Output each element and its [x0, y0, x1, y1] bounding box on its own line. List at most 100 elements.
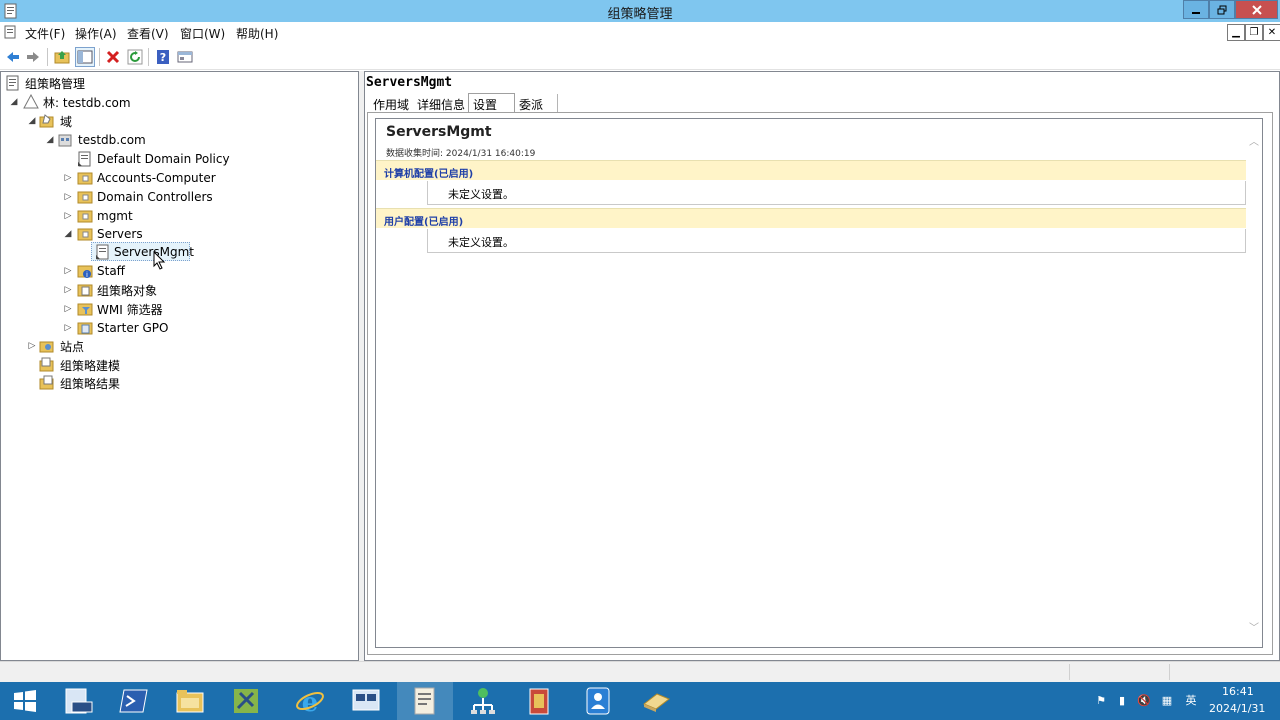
help-button[interactable]: ? — [153, 47, 173, 67]
mdi-restore-button[interactable]: ❐ — [1245, 24, 1263, 41]
gpo-title: ServersMgmt — [366, 75, 453, 90]
expand-arrow-icon[interactable]: ▷ — [63, 192, 73, 202]
network-icon — [471, 688, 495, 714]
tree-item-starter-gpo[interactable]: ▷ Starter GPO — [63, 319, 353, 337]
tree-item-accounts[interactable]: ▷ Accounts-Computer — [63, 169, 353, 187]
taskbar-remote-desktop[interactable] — [338, 682, 394, 720]
tree-item-gpo-container[interactable]: ▷ 组策略对象 — [63, 281, 353, 299]
mdi-minimize-button[interactable]: ▁ — [1227, 24, 1245, 41]
modeling-icon — [39, 357, 54, 372]
taskbar-internet-explorer[interactable]: e — [282, 682, 338, 720]
start-button[interactable] — [0, 682, 50, 720]
tab-settings[interactable]: 设置 — [468, 93, 515, 114]
taskbar-notepad[interactable] — [628, 682, 684, 720]
input-method-icon[interactable]: 英 — [1183, 692, 1199, 708]
expand-arrow-icon[interactable]: ▷ — [63, 304, 73, 314]
settings-report[interactable]: ServersMgmt 数据收集时间: 2024/1/31 16:40:19 计… — [375, 118, 1263, 648]
tree-item-staff[interactable]: ▷ i Staff — [63, 262, 353, 280]
file-explorer-icon — [176, 690, 204, 713]
tree-item-sites[interactable]: ▷ 站点 — [27, 337, 327, 355]
system-menu-icon[interactable] — [4, 25, 18, 39]
report-title: ServersMgmt — [386, 124, 492, 140]
close-button[interactable] — [1235, 0, 1278, 19]
tree-item-forest[interactable]: ◢ 林: testdb.com — [9, 93, 309, 111]
help-icon: ? — [157, 50, 169, 64]
tab-details[interactable]: 详细信息 — [413, 94, 471, 113]
collapse-arrow-icon[interactable]: ◢ — [9, 97, 19, 107]
taskbar-powershell[interactable] — [106, 682, 162, 720]
taskbar-tools[interactable] — [218, 682, 274, 720]
volume-muted-icon[interactable]: 🔇 — [1136, 692, 1152, 708]
scroll-up-icon[interactable]: ︿ — [1247, 133, 1261, 148]
show-hide-tree-icon — [77, 50, 93, 64]
expand-arrow-icon[interactable]: ▷ — [63, 211, 73, 221]
refresh-button[interactable] — [125, 47, 145, 67]
menu-help[interactable]: 帮助(H) — [236, 25, 278, 42]
clock-date[interactable]: 2024/1/31 — [1209, 702, 1265, 715]
network-tray-icon[interactable]: ▦ — [1159, 692, 1175, 708]
forest-icon — [23, 94, 39, 109]
mdi-close-button[interactable]: ✕ — [1263, 24, 1280, 41]
ou-folder-icon — [77, 172, 93, 185]
menu-file[interactable]: 文件(F) — [25, 25, 65, 42]
user-config-header[interactable]: 用户配置(已启用) — [376, 208, 1246, 228]
tree-item-servers[interactable]: ◢ Servers — [63, 225, 353, 243]
sites-folder-icon — [39, 341, 54, 353]
status-cell — [1069, 664, 1169, 680]
power-icon[interactable]: ▮ — [1114, 692, 1130, 708]
minimize-button[interactable] — [1183, 0, 1209, 19]
computer-config-header[interactable]: 计算机配置(已启用) — [376, 160, 1246, 180]
console-tree[interactable]: 组策略管理 ◢ 林: testdb.com ◢ 域 ◢ testdb.com D… — [0, 71, 359, 661]
delete-button[interactable] — [103, 47, 123, 67]
properties-button[interactable] — [175, 47, 195, 67]
taskbar-network[interactable] — [455, 682, 511, 720]
tree-item-domain[interactable]: ◢ testdb.com — [45, 131, 345, 149]
menu-view[interactable]: 查看(V) — [127, 25, 169, 42]
show-hide-tree-button[interactable] — [75, 47, 95, 67]
tree-item-results[interactable]: 组策略结果 — [39, 374, 339, 392]
user-config-body: 未定义设置。 — [427, 229, 1246, 253]
tree-item-serversmgmt[interactable]: ServersMgmt — [91, 242, 194, 261]
collapse-arrow-icon[interactable]: ◢ — [27, 116, 37, 126]
collapse-arrow-icon[interactable]: ◢ — [63, 229, 73, 239]
back-button[interactable] — [3, 47, 23, 67]
tree-item-default-policy[interactable]: Default Domain Policy — [77, 150, 357, 168]
minimize-icon: ▁ — [1232, 27, 1240, 38]
tree-item-mgmt[interactable]: ▷ mgmt — [63, 207, 353, 225]
tree-label: 组策略管理 — [25, 76, 86, 91]
tab-scope[interactable]: 作用域 — [369, 94, 415, 113]
menu-action[interactable]: 操作(A) — [75, 25, 117, 42]
expand-arrow-icon[interactable]: ▷ — [27, 341, 37, 351]
tree-item-modeling[interactable]: 组策略建模 — [39, 356, 339, 374]
toolbar: ? — [0, 43, 1280, 70]
tree-item-domains[interactable]: ◢ 域 — [27, 112, 327, 130]
restore-button[interactable] — [1209, 0, 1235, 19]
menu-window[interactable]: 窗口(W) — [180, 25, 225, 42]
svg-text:?: ? — [160, 51, 166, 64]
taskbar-address-book[interactable] — [570, 682, 626, 720]
restore-icon: ❐ — [1249, 27, 1259, 38]
taskbar-server-manager[interactable] — [50, 682, 106, 720]
taskbar-group-policy[interactable] — [397, 682, 453, 720]
scroll-down-icon[interactable]: ﹀ — [1247, 619, 1261, 634]
up-folder-icon — [54, 51, 70, 64]
action-center-icon[interactable]: ⚑ — [1093, 692, 1109, 708]
tree-label: 林: testdb.com — [43, 95, 131, 110]
expand-arrow-icon[interactable]: ▷ — [63, 285, 73, 295]
ou-blocked-icon: i — [77, 265, 93, 279]
tree-item-root[interactable]: 组策略管理 — [5, 74, 305, 92]
tab-delegation[interactable]: 委派 — [515, 94, 558, 113]
tree-item-wmi-filters[interactable]: ▷ WMI 筛选器 — [63, 300, 353, 318]
taskbar-file-explorer[interactable] — [162, 682, 218, 720]
forward-button[interactable] — [23, 47, 43, 67]
tree-item-domain-controllers[interactable]: ▷ Domain Controllers — [63, 188, 353, 206]
clock-time[interactable]: 16:41 — [1222, 685, 1254, 698]
expand-arrow-icon[interactable]: ▷ — [63, 323, 73, 333]
up-folder-button[interactable] — [52, 47, 72, 67]
expand-arrow-icon[interactable]: ▷ — [63, 266, 73, 276]
group-policy-icon — [414, 687, 435, 715]
svg-text:i: i — [86, 271, 88, 279]
expand-arrow-icon[interactable]: ▷ — [63, 173, 73, 183]
taskbar-book[interactable] — [511, 682, 567, 720]
collapse-arrow-icon[interactable]: ◢ — [45, 135, 55, 145]
